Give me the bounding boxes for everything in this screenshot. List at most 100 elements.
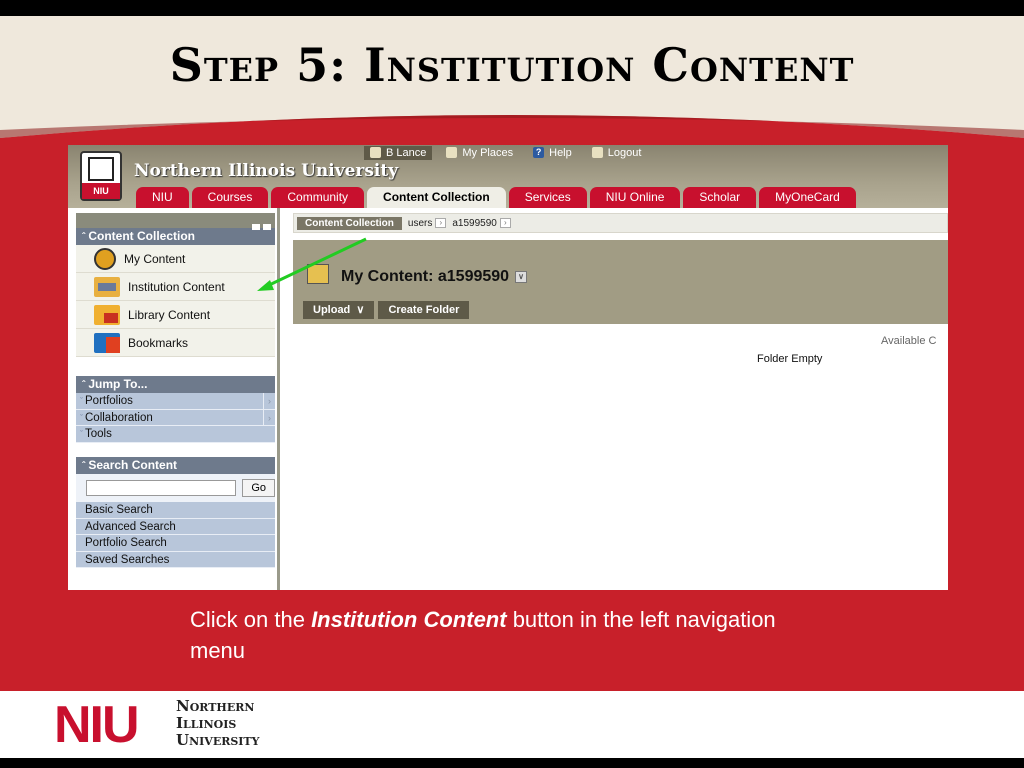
breadcrumb: Content Collection users › a1599590 › [293,213,948,233]
help-link[interactable]: ? Help [527,146,578,160]
collapse-icon: ˆ [82,380,86,391]
chevron-down-icon: ∨ [353,304,365,316]
utility-links: B Lance My Places ? Help Logout [364,145,647,160]
jump-tools[interactable]: ˇ Tools [76,426,275,443]
expand-icon: ˇ [80,412,83,423]
nav-institution-content[interactable]: Institution Content [76,273,275,301]
wordmark-line: Northern [176,697,255,715]
wordmark-line: University [176,731,260,749]
user-link[interactable]: B Lance [364,145,433,160]
nav-bookmarks[interactable]: Bookmarks [76,329,275,357]
breadcrumb-root[interactable]: Content Collection [297,216,402,230]
search-content-panel: ˆ Search Content Go Basic Search Advanced… [76,457,275,568]
folder-icon [307,264,329,284]
main-tabs: NIU Courses Community Content Collection… [136,187,856,208]
nav-bookmarks-label: Bookmarks [128,335,189,350]
tab-community[interactable]: Community [271,187,365,208]
logout-icon [591,147,603,158]
title-swoosh [0,115,1024,148]
institution-folder-icon [94,276,120,297]
breadcrumb-user-folder[interactable]: a1599590 › [452,218,511,229]
search-content-header[interactable]: ˆ Search Content [76,457,275,474]
search-input[interactable] [86,480,237,496]
content-header: My Content: a1599590 ∨ Upload ∨ Create F… [293,240,948,324]
breadcrumb-users-label: users [407,217,433,229]
upload-button[interactable]: Upload ∨ [303,301,375,319]
nav-institution-content-label: Institution Content [128,279,225,294]
nav-my-content-label: My Content [124,251,186,266]
jump-to-header[interactable]: ˆ Jump To... [76,376,275,393]
jump-portfolios[interactable]: ˇ Portfolios › [76,393,275,410]
page-title: My Content: a1599590 ∨ [341,268,528,286]
menu-icon[interactable] [252,224,260,230]
library-folder-icon [94,304,120,325]
nav-library-content-label: Library Content [128,307,211,322]
minimize-icon[interactable] [263,224,271,230]
user-avatar-icon [94,247,116,270]
tab-content-collection[interactable]: Content Collection [367,187,506,208]
chevron-right-icon[interactable]: › [435,218,447,228]
search-row: Go [76,474,275,502]
slide-top-border [0,0,1024,16]
caption-pre: Click on the [190,607,312,632]
places-icon [446,147,458,158]
tab-niu[interactable]: NIU [136,187,189,208]
basic-search-link[interactable]: Basic Search [76,502,275,519]
left-navigation: ˆ Content Collection My Content Instituti… [68,208,280,590]
chevron-down-icon[interactable]: ∨ [515,271,528,283]
user-icon [370,147,381,158]
instruction-caption: Click on the Institution Content button … [190,604,830,666]
panel-controls [76,213,275,230]
bookmarks-icon [94,332,120,353]
page-title-label: My Content: a1599590 [341,268,510,285]
saved-searches-link[interactable]: Saved Searches [76,551,275,568]
footer [0,691,1024,758]
content-collection-header[interactable]: ˆ Content Collection [76,228,275,245]
niu-wordmark: Northern Illinois University [176,698,259,749]
logout-link[interactable]: Logout [586,146,648,160]
title-area: Step 5: Institution Content [0,16,1024,148]
nav-library-content[interactable]: Library Content [76,301,275,329]
breadcrumb-users[interactable]: users › [407,217,447,229]
portal-body: ˆ Content Collection My Content Instituti… [68,208,948,590]
jump-collaboration-label: Collaboration [85,411,153,424]
search-content-title: Search Content [88,458,178,472]
upload-button-label: Upload [313,304,351,316]
action-bar: Upload ∨ Create Folder [303,301,470,319]
niu-logo: NIU [54,696,140,754]
jump-collaboration[interactable]: ˇ Collaboration › [76,409,275,426]
help-icon: ? [533,147,545,158]
jump-tools-label: Tools [85,428,112,440]
jump-to-title: Jump To... [88,377,148,391]
tab-niu-online[interactable]: NIU Online [589,187,681,208]
university-logo[interactable]: NIU [80,151,122,201]
my-places-link[interactable]: My Places [440,146,519,160]
slide-bottom-border [0,758,1024,768]
user-link-label: B Lance [386,146,427,159]
slide-title: Step 5: Institution Content [169,38,855,92]
jump-to-panel: ˆ Jump To... ˇ Portfolios › ˇ Collaboration… [76,376,275,443]
nav-my-content[interactable]: My Content [76,245,275,273]
logout-label: Logout [607,146,642,159]
create-folder-button[interactable]: Create Folder [378,301,470,319]
help-label: Help [549,146,572,159]
chevron-right-icon[interactable]: › [499,218,511,228]
chevron-right-icon[interactable]: › [263,409,275,426]
chevron-right-icon[interactable]: › [263,393,275,409]
university-name: Northern Illinois University [134,161,399,181]
tab-scholar[interactable]: Scholar [683,187,757,208]
portfolio-search-link[interactable]: Portfolio Search [76,535,275,552]
wordmark-line: Illinois [176,714,237,732]
portal-header: NIU Northern Illinois University B Lance… [68,145,948,208]
tab-myonecard[interactable]: MyOneCard [759,187,856,208]
jump-portfolios-label: Portfolios [85,395,133,407]
portal-screenshot: NIU Northern Illinois University B Lance… [68,145,948,590]
advanced-search-link[interactable]: Advanced Search [76,518,275,535]
collapse-icon: ˆ [82,461,86,472]
tab-services[interactable]: Services [508,187,587,208]
tab-courses[interactable]: Courses [191,187,269,208]
caption-emphasis: Institution Content [311,607,507,632]
go-button[interactable]: Go [242,479,275,497]
expand-icon: ˇ [80,396,83,406]
collapse-icon: ˆ [82,232,86,243]
